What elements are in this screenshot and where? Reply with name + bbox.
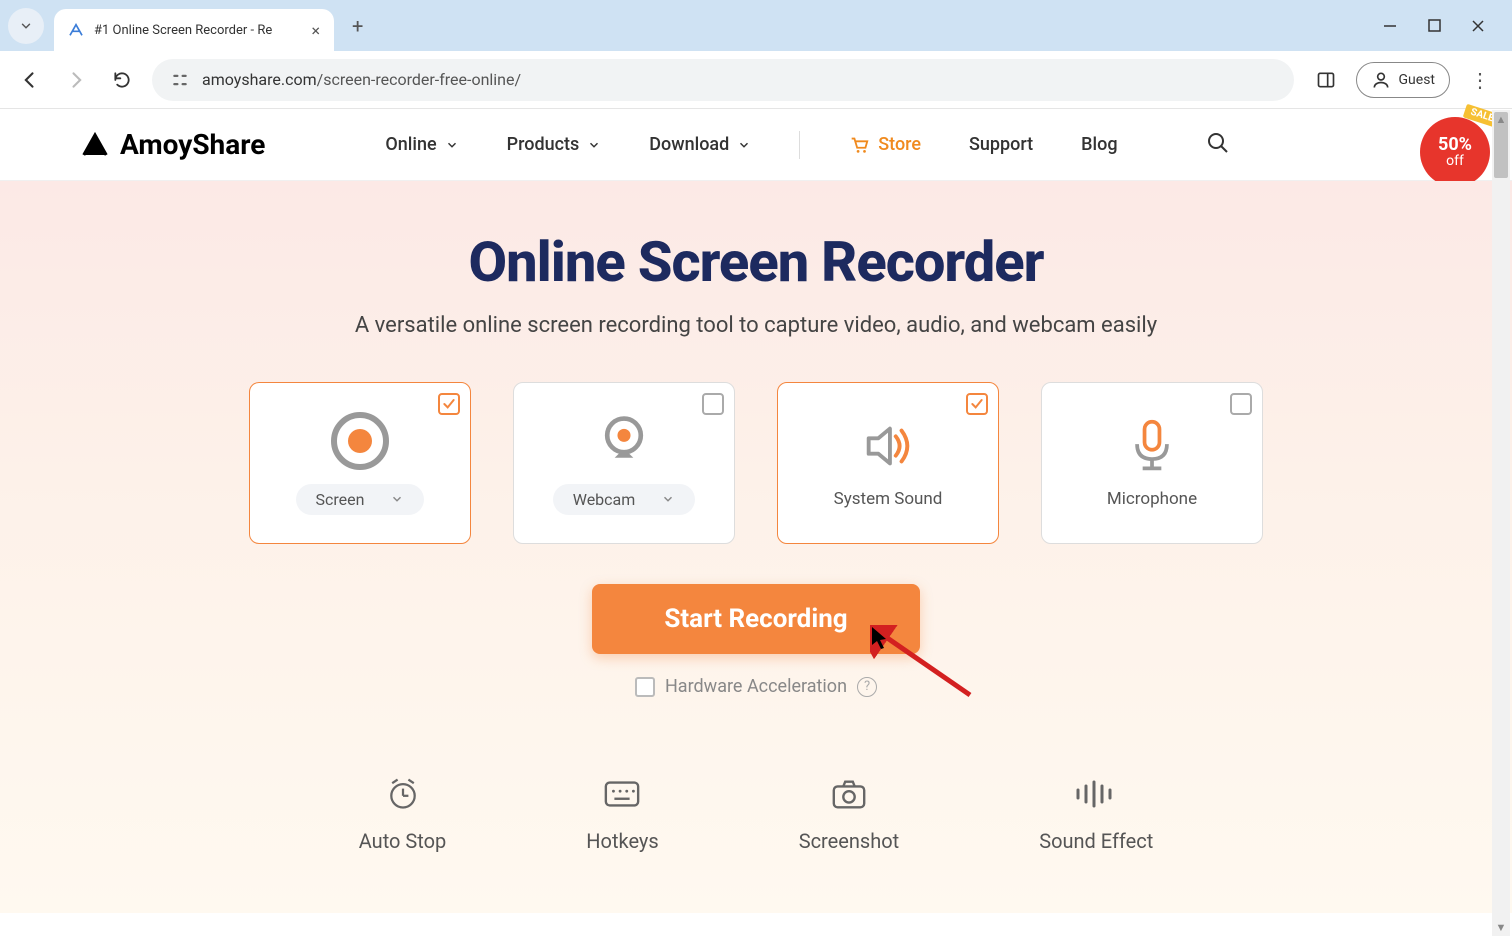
speaker-icon bbox=[859, 417, 917, 475]
feature-auto-stop[interactable]: Auto Stop bbox=[359, 777, 447, 853]
option-microphone[interactable]: Microphone bbox=[1041, 382, 1263, 544]
feature-screenshot[interactable]: Screenshot bbox=[799, 777, 899, 853]
help-icon[interactable]: ? bbox=[857, 677, 877, 697]
camera-icon bbox=[830, 777, 868, 811]
hardware-acceleration-checkbox[interactable] bbox=[635, 677, 655, 697]
microphone-icon bbox=[1124, 417, 1180, 475]
start-recording-button[interactable]: Start Recording bbox=[592, 584, 919, 654]
page-title: Online Screen Recorder bbox=[0, 229, 1512, 295]
profile-label: Guest bbox=[1399, 72, 1435, 88]
person-icon bbox=[1371, 70, 1391, 90]
profile-button[interactable]: Guest bbox=[1356, 62, 1450, 98]
chevron-down-icon bbox=[587, 138, 601, 152]
feature-label: Hotkeys bbox=[586, 829, 658, 853]
main-nav: Online Products Download Store Support B… bbox=[385, 131, 1229, 159]
site-header: AmoyShare Online Products Download Store… bbox=[0, 109, 1512, 181]
option-webcam-checkbox[interactable] bbox=[702, 393, 724, 415]
favicon-icon bbox=[68, 22, 84, 38]
option-system-sound[interactable]: System Sound bbox=[777, 382, 999, 544]
option-webcam[interactable]: Webcam bbox=[513, 382, 735, 544]
window-controls bbox=[1382, 18, 1504, 34]
minimize-button[interactable] bbox=[1382, 18, 1398, 34]
nav-products[interactable]: Products bbox=[507, 134, 602, 155]
record-icon bbox=[330, 412, 390, 470]
option-label: Microphone bbox=[1107, 489, 1197, 509]
chevron-down-icon bbox=[737, 138, 751, 152]
option-screen-checkbox[interactable] bbox=[438, 393, 460, 415]
tab-title: #1 Online Screen Recorder - Re bbox=[94, 23, 301, 38]
option-label: System Sound bbox=[834, 489, 943, 509]
maximize-button[interactable] bbox=[1426, 18, 1442, 34]
option-microphone-checkbox[interactable] bbox=[1230, 393, 1252, 415]
reload-button[interactable] bbox=[106, 64, 138, 96]
nav-online[interactable]: Online bbox=[385, 134, 458, 155]
side-panel-button[interactable] bbox=[1308, 62, 1344, 98]
alarm-clock-icon bbox=[385, 777, 421, 811]
browser-tab[interactable]: #1 Online Screen Recorder - Re × bbox=[54, 9, 334, 51]
back-button[interactable] bbox=[14, 64, 46, 96]
nav-store[interactable]: Store bbox=[848, 134, 921, 156]
check-icon bbox=[969, 396, 985, 412]
nav-blog[interactable]: Blog bbox=[1081, 134, 1117, 155]
keyboard-icon bbox=[603, 777, 641, 811]
feature-label: Sound Effect bbox=[1039, 829, 1153, 853]
capture-options-row: Screen Webcam System Sound Microphone bbox=[0, 382, 1512, 544]
feature-sound-effect[interactable]: Sound Effect bbox=[1039, 777, 1153, 853]
nav-divider bbox=[799, 131, 800, 159]
tab-search-button[interactable] bbox=[8, 8, 44, 44]
scrollbar[interactable] bbox=[1492, 110, 1510, 936]
scroll-up-button[interactable]: ▲ bbox=[1492, 110, 1510, 128]
feature-hotkeys[interactable]: Hotkeys bbox=[586, 777, 658, 853]
option-system-sound-checkbox[interactable] bbox=[966, 393, 988, 415]
hardware-acceleration-row: Hardware Acceleration ? bbox=[0, 676, 1512, 697]
chevron-down-icon bbox=[390, 492, 404, 506]
browser-tab-strip: #1 Online Screen Recorder - Re × + bbox=[0, 0, 1512, 51]
new-tab-button[interactable]: + bbox=[352, 14, 363, 38]
webcam-dropdown[interactable]: Webcam bbox=[553, 484, 696, 515]
hardware-acceleration-label: Hardware Acceleration bbox=[665, 676, 847, 697]
feature-label: Auto Stop bbox=[359, 829, 447, 853]
url-display: amoyshare.com/screen-recorder-free-onlin… bbox=[202, 70, 521, 89]
chevron-down-icon bbox=[19, 19, 33, 33]
page-subtitle: A versatile online screen recording tool… bbox=[0, 313, 1512, 338]
scroll-down-button[interactable]: ▼ bbox=[1492, 918, 1510, 936]
option-label: Screen bbox=[316, 490, 365, 509]
browser-menu-button[interactable]: ⋮ bbox=[1462, 68, 1498, 92]
sale-badge[interactable]: SALE 50% off bbox=[1420, 117, 1490, 187]
option-screen[interactable]: Screen bbox=[249, 382, 471, 544]
check-icon bbox=[441, 396, 457, 412]
logo-text: AmoyShare bbox=[120, 128, 265, 161]
chevron-down-icon bbox=[445, 138, 459, 152]
hero-section: Online Screen Recorder A versatile onlin… bbox=[0, 181, 1512, 913]
search-icon bbox=[1206, 131, 1230, 155]
nav-download[interactable]: Download bbox=[649, 134, 751, 155]
sale-percent: 50% bbox=[1438, 136, 1472, 154]
browser-toolbar: amoyshare.com/screen-recorder-free-onlin… bbox=[0, 51, 1512, 109]
logo-icon bbox=[80, 130, 110, 160]
site-settings-icon[interactable] bbox=[170, 70, 190, 90]
sound-wave-icon bbox=[1074, 777, 1118, 811]
forward-button[interactable] bbox=[60, 64, 92, 96]
screen-dropdown[interactable]: Screen bbox=[296, 484, 425, 515]
nav-support[interactable]: Support bbox=[969, 134, 1033, 155]
webcam-icon bbox=[596, 412, 652, 470]
tab-close-button[interactable]: × bbox=[311, 21, 320, 40]
feature-label: Screenshot bbox=[799, 829, 899, 853]
features-row: Auto Stop Hotkeys Screenshot Sound Effec… bbox=[0, 777, 1512, 853]
site-logo[interactable]: AmoyShare bbox=[80, 128, 265, 161]
search-button[interactable] bbox=[1206, 131, 1230, 159]
option-label: Webcam bbox=[573, 490, 636, 509]
sale-off: off bbox=[1446, 154, 1464, 168]
cart-icon bbox=[848, 134, 870, 156]
chevron-down-icon bbox=[661, 492, 675, 506]
close-window-button[interactable] bbox=[1470, 18, 1486, 34]
address-bar[interactable]: amoyshare.com/screen-recorder-free-onlin… bbox=[152, 59, 1294, 101]
